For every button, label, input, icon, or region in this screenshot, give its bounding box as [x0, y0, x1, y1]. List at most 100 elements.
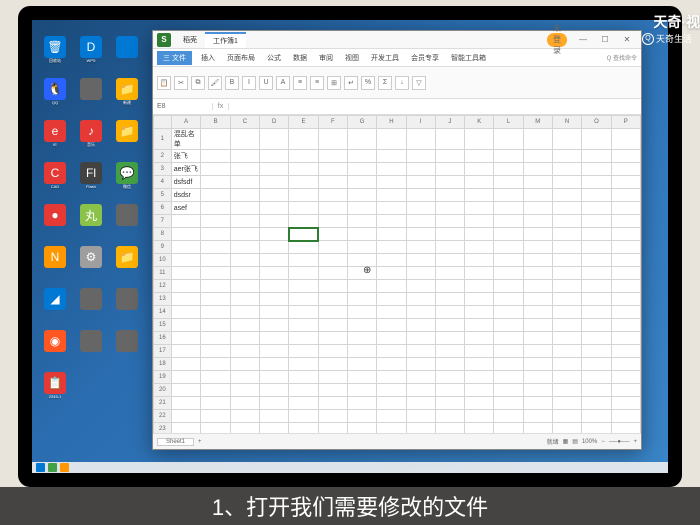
cell-G9[interactable]: [347, 241, 376, 254]
column-header[interactable]: D: [260, 116, 289, 129]
cell-L20[interactable]: [494, 384, 523, 397]
cell-N11[interactable]: [552, 267, 581, 280]
cell-L13[interactable]: [494, 293, 523, 306]
cell-B15[interactable]: [201, 319, 230, 332]
cell-O7[interactable]: [582, 215, 611, 228]
cell-I19[interactable]: [406, 371, 435, 384]
cell-M19[interactable]: [523, 371, 552, 384]
cell-E17[interactable]: [289, 345, 318, 358]
cell-D19[interactable]: [260, 371, 289, 384]
cell-B20[interactable]: [201, 384, 230, 397]
cell-A9[interactable]: [171, 241, 201, 254]
cell-P10[interactable]: [611, 254, 640, 267]
cell-F22[interactable]: [318, 410, 347, 423]
filter-icon[interactable]: ▽: [412, 76, 426, 90]
cell-N5[interactable]: [552, 189, 581, 202]
search-command[interactable]: Q 查找命令: [607, 53, 637, 62]
cell-C18[interactable]: [230, 358, 259, 371]
row-header[interactable]: 20: [154, 384, 172, 397]
cell-K2[interactable]: [465, 150, 494, 163]
cell-G16[interactable]: [347, 332, 376, 345]
cell-J10[interactable]: [435, 254, 464, 267]
cell-L11[interactable]: [494, 267, 523, 280]
cell-H13[interactable]: [377, 293, 406, 306]
menu-item[interactable]: 视图: [342, 51, 362, 65]
cell-C20[interactable]: [230, 384, 259, 397]
cell-I1[interactable]: [406, 129, 435, 150]
cell-A16[interactable]: [171, 332, 201, 345]
cell-B11[interactable]: [201, 267, 230, 280]
close-button[interactable]: ✕: [617, 33, 637, 47]
cell-H7[interactable]: [377, 215, 406, 228]
cell-L15[interactable]: [494, 319, 523, 332]
cell-J7[interactable]: [435, 215, 464, 228]
cell-D1[interactable]: [260, 129, 289, 150]
menu-item[interactable]: 开发工具: [368, 51, 402, 65]
cell-L6[interactable]: [494, 202, 523, 215]
cell-J9[interactable]: [435, 241, 464, 254]
cell-J22[interactable]: [435, 410, 464, 423]
cell-O21[interactable]: [582, 397, 611, 410]
cell-G22[interactable]: [347, 410, 376, 423]
cell-K9[interactable]: [465, 241, 494, 254]
taskbar-app[interactable]: [60, 463, 69, 472]
cell-B21[interactable]: [201, 397, 230, 410]
cell-F16[interactable]: [318, 332, 347, 345]
cell-F4[interactable]: [318, 176, 347, 189]
desktop-icon[interactable]: 📁: [112, 120, 142, 158]
cell-P6[interactable]: [611, 202, 640, 215]
desktop-icon[interactable]: DWPS: [76, 36, 106, 74]
cell-D5[interactable]: [260, 189, 289, 202]
cell-H5[interactable]: [377, 189, 406, 202]
cell-C12[interactable]: [230, 280, 259, 293]
zoom-slider[interactable]: ──●──: [609, 439, 630, 445]
row-header[interactable]: 1: [154, 129, 172, 150]
cell-L7[interactable]: [494, 215, 523, 228]
cell-F13[interactable]: [318, 293, 347, 306]
desktop-icon[interactable]: ◉: [40, 330, 70, 368]
cell-N3[interactable]: [552, 163, 581, 176]
cell-J3[interactable]: [435, 163, 464, 176]
cell-K8[interactable]: [465, 228, 494, 241]
cell-K19[interactable]: [465, 371, 494, 384]
cell-E9[interactable]: [289, 241, 318, 254]
cell-L2[interactable]: [494, 150, 523, 163]
cell-H17[interactable]: [377, 345, 406, 358]
cell-F9[interactable]: [318, 241, 347, 254]
cell-O12[interactable]: [582, 280, 611, 293]
cell-H12[interactable]: [377, 280, 406, 293]
cell-N10[interactable]: [552, 254, 581, 267]
cell-M12[interactable]: [523, 280, 552, 293]
cell-M15[interactable]: [523, 319, 552, 332]
cell-E21[interactable]: [289, 397, 318, 410]
cell-F19[interactable]: [318, 371, 347, 384]
sort-icon[interactable]: ↓: [395, 76, 409, 90]
cell-N20[interactable]: [552, 384, 581, 397]
desktop-icon[interactable]: [112, 288, 142, 326]
cell-I3[interactable]: [406, 163, 435, 176]
cell-C21[interactable]: [230, 397, 259, 410]
cell-M16[interactable]: [523, 332, 552, 345]
cell-H22[interactable]: [377, 410, 406, 423]
cell-G8[interactable]: [347, 228, 376, 241]
cell-E3[interactable]: [289, 163, 318, 176]
cell-A2[interactable]: 张飞: [171, 150, 201, 163]
cell-E20[interactable]: [289, 384, 318, 397]
cell-I11[interactable]: [406, 267, 435, 280]
desktop-icon[interactable]: CCAD: [40, 162, 70, 200]
cell-C8[interactable]: [230, 228, 259, 241]
row-header[interactable]: 8: [154, 228, 172, 241]
column-header[interactable]: A: [171, 116, 201, 129]
cell-O22[interactable]: [582, 410, 611, 423]
cell-F3[interactable]: [318, 163, 347, 176]
cell-H1[interactable]: [377, 129, 406, 150]
cell-K15[interactable]: [465, 319, 494, 332]
cell-H8[interactable]: [377, 228, 406, 241]
column-header[interactable]: O: [582, 116, 611, 129]
cell-P19[interactable]: [611, 371, 640, 384]
desktop-icon[interactable]: [76, 288, 106, 326]
document-tab[interactable]: 稻壳: [175, 32, 205, 48]
column-header[interactable]: M: [523, 116, 552, 129]
menu-item[interactable]: 智能工具箱: [448, 51, 489, 65]
cell-O3[interactable]: [582, 163, 611, 176]
